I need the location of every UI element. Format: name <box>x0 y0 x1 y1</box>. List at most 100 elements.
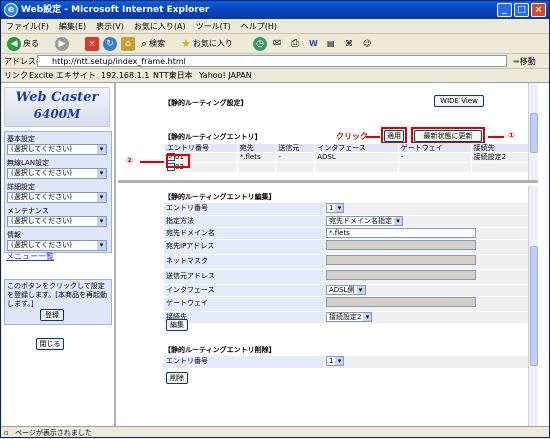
form-row: 宛先ドメイン名 *.flets <box>164 227 529 240</box>
edit-form: エントリ番号1 指定方法宛先ドメイン名指定 宛先ドメイン名*.flets 宛先I… <box>164 203 529 324</box>
bottom-frame-scrollbar[interactable] <box>528 186 538 426</box>
link-ntt[interactable]: NTT東日本 <box>153 69 193 83</box>
annotation-one-arrow <box>488 136 504 138</box>
table-cell <box>397 162 472 173</box>
gateway-input <box>326 296 476 307</box>
menu-favorites[interactable]: お気に入り(A) <box>129 19 191 34</box>
mail-button[interactable]: ✉ <box>273 36 281 52</box>
method-select[interactable]: 宛先ドメイン名指定 <box>326 215 403 226</box>
dest-ip-input <box>326 239 476 250</box>
wide-view-button[interactable]: WIDE View <box>434 95 484 107</box>
nav-label-wlan: 無線LAN設定 <box>7 159 50 167</box>
delete-button[interactable]: 削除 <box>166 372 188 384</box>
edit-button[interactable]: 編集 <box>166 319 188 331</box>
nav-select-info[interactable]: (選択してください) <box>7 240 107 251</box>
refresh-button[interactable]: ↻ <box>103 36 117 52</box>
edit-page-button[interactable]: W <box>309 36 318 52</box>
apply-highlight <box>381 127 407 144</box>
routing-entry-table: エントリ番号 宛先 送信元 インタフェース ゲートウェイ 接続先 ✓01 *.f… <box>164 143 530 173</box>
nav-menu: 基本設定 (選択してください) 無線LAN設定 (選択してください) 詳細設定 … <box>4 131 112 253</box>
star-icon: ★ <box>181 37 191 50</box>
links-bar: リンク Excite エキサイト 192.168.1.1 NTT東日本 Yaho… <box>1 69 549 83</box>
menu-file[interactable]: ファイル(F) <box>1 19 54 34</box>
field-label: 指定方法 <box>164 215 324 228</box>
column-header: 接続先 <box>470 143 530 153</box>
webcaster-logo: Web Caster 6400M <box>4 87 110 127</box>
history-icon: ◷ <box>253 37 267 51</box>
nav-select-advanced[interactable]: (選択してください) <box>7 192 107 203</box>
checkbox-highlight <box>166 154 190 168</box>
link-excite[interactable]: Excite エキサイト <box>29 69 96 83</box>
form-row: ゲートウェイ <box>164 296 529 312</box>
column-header: インタフェース <box>314 143 399 153</box>
annotation-one: ① <box>508 131 515 140</box>
table-cell <box>470 162 530 173</box>
right-frame: 【静的ルーティング設定】 WIDE View 【静的ルーティングエントリ】 適用… <box>118 83 549 426</box>
go-arrow-icon: ➡ <box>513 57 520 66</box>
field-label: エントリ番号 <box>164 203 324 216</box>
address-input[interactable]: http://ntt.setup/index_frame.html <box>37 55 507 67</box>
form-row: 指定方法 宛先ドメイン名指定 <box>164 215 529 228</box>
home-button[interactable]: ⌂ <box>121 36 135 52</box>
domain-name-input[interactable]: *.flets <box>326 227 476 238</box>
bottom-frame: 【静的ルーティングエントリ編集】 エントリ番号1 指定方法宛先ドメイン名指定 宛… <box>118 186 538 426</box>
nav-select-wlan[interactable]: (選択してください) <box>7 168 107 179</box>
delete-entry-select[interactable]: 1 <box>326 356 345 367</box>
link-router[interactable]: 192.168.1.1 <box>101 69 149 83</box>
go-button[interactable]: ➡移動 <box>513 54 536 69</box>
status-bar: ▫ ページが表示されました <box>1 426 549 438</box>
minimize-button[interactable]: _ <box>497 3 512 17</box>
menu-tools[interactable]: ツール(T) <box>191 19 236 34</box>
browser-window: e Web設定 - Microsoft Internet Explorer _ … <box>0 0 550 438</box>
menu-help[interactable]: ヘルプ(H) <box>236 19 282 34</box>
research-icon: ⌘ <box>345 39 353 48</box>
field-label: 送信元アドレス <box>164 269 324 285</box>
nav-select-basic[interactable]: (選択してください) <box>7 144 107 155</box>
form-row: エントリ番号 1 <box>164 203 529 216</box>
form-row: 宛先IPアドレス <box>164 239 529 255</box>
connection-select[interactable]: 接続設定2 <box>326 311 373 322</box>
table-row: ✓01 *.flets - ADSL - 接続設定2 <box>164 152 530 163</box>
menu-list-link[interactable]: メニュー一覧 <box>6 251 54 262</box>
search-button[interactable]: ⌕ 検索 <box>141 36 165 52</box>
entry-number-select[interactable]: 1 <box>326 203 345 214</box>
search-icon: ⌕ <box>141 37 148 50</box>
click-annotation: クリック <box>336 132 368 141</box>
stop-button[interactable]: × <box>85 36 99 52</box>
toolbar: ◀ 戻る ▶ × ↻ ⌂ ⌕ 検索 ★ お気に入り ◷ ✉ ⎙ W ▤ ⌘ ☺ <box>1 34 549 54</box>
forward-button[interactable]: ▶ <box>55 36 69 52</box>
close-page-button[interactable]: 閉じる <box>36 338 64 350</box>
favorites-button[interactable]: ★ お気に入り <box>181 36 233 52</box>
print-icon: ⎙ <box>291 38 299 49</box>
window-title: Web設定 - Microsoft Internet Explorer <box>21 5 210 15</box>
messenger-button[interactable]: ☺ <box>363 36 371 52</box>
refresh-icon: ↻ <box>103 37 117 51</box>
column-header: 送信元 <box>275 143 316 153</box>
discuss-button[interactable]: ▤ <box>327 36 335 52</box>
annotation-two: ② <box>126 156 133 165</box>
close-button[interactable]: × <box>531 3 546 17</box>
maximize-button[interactable]: □ <box>514 3 529 17</box>
table-cell: - <box>275 152 316 163</box>
status-page-icon: ▫ <box>4 429 9 437</box>
field-label: エントリ番号 <box>164 356 324 369</box>
menu-edit[interactable]: 編集(E) <box>54 19 91 34</box>
status-text: ページが表示されました <box>15 429 92 437</box>
back-arrow-icon: ◀ <box>7 37 21 51</box>
field-label: 接続先 <box>164 311 324 324</box>
routing-settings-title: 【静的ルーティング設定】 <box>164 99 248 107</box>
link-yahoo[interactable]: Yahoo! JAPAN <box>199 69 252 83</box>
nav-select-maintenance[interactable]: (選択してください) <box>7 216 107 227</box>
field-label: インタフェース <box>164 284 324 297</box>
form-row: 送信元アドレス <box>164 269 529 285</box>
interface-select[interactable]: ADSL側 <box>326 284 366 295</box>
history-button[interactable]: ◷ <box>253 36 267 52</box>
menu-bar: ファイル(F) 編集(E) 表示(V) お気に入り(A) ツール(T) ヘルプ(H) <box>1 19 549 34</box>
top-frame-scrollbar[interactable] <box>528 83 538 180</box>
register-button[interactable]: 登録 <box>40 309 64 321</box>
research-button[interactable]: ⌘ <box>345 36 353 52</box>
table-cell <box>236 162 277 173</box>
print-button[interactable]: ⎙ <box>291 36 299 52</box>
menu-view[interactable]: 表示(V) <box>91 19 129 34</box>
back-button[interactable]: ◀ 戻る <box>7 36 39 52</box>
